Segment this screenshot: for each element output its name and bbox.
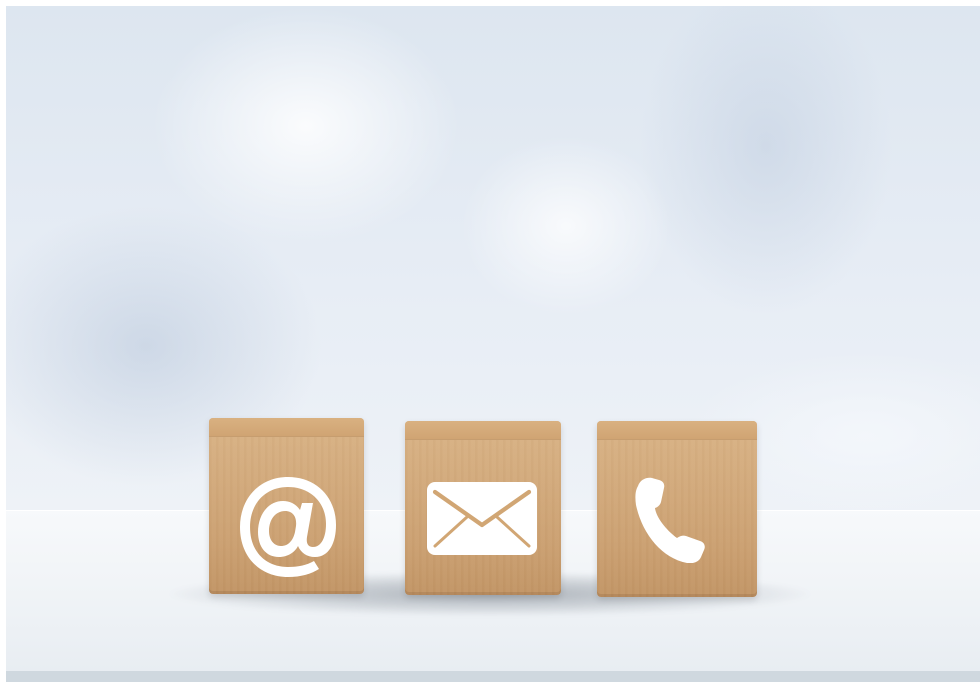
- envelope-icon: [427, 482, 537, 555]
- bottom-edge-band: [6, 671, 980, 682]
- phone-block: [597, 421, 757, 597]
- at-sign-icon: [240, 477, 336, 577]
- envelope-block: [405, 421, 561, 595]
- phone-handset-icon: [635, 477, 705, 563]
- at-sign-block: [209, 418, 364, 594]
- contact-wooden-blocks-photo: [0, 0, 980, 682]
